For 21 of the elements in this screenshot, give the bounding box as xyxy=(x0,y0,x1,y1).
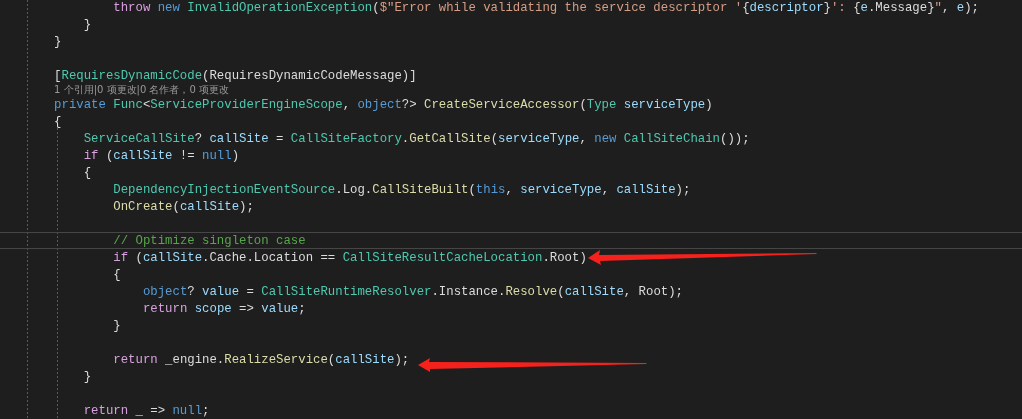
code-line: object? value = CallSiteRuntimeResolver.Instance.Resolve(callSite, Root); xyxy=(142,284,683,299)
code-line: } xyxy=(83,369,92,384)
code-line: { xyxy=(113,267,121,282)
code-line: } xyxy=(54,34,62,49)
code-line: return _ => null; xyxy=(83,403,210,418)
code-line: { xyxy=(54,114,62,129)
code-line: private Func<ServiceProviderEngineScope, object?> CreateServiceAccessor(Type serviceType) xyxy=(54,97,713,112)
code-line: ServiceCallSite? callSite = CallSiteFactory.GetCallSite(serviceType, new CallSiteChain()); xyxy=(83,131,750,146)
code-line: DependencyInjectionEventSource.Log.CallSiteBuilt(this, serviceType, callSite); xyxy=(113,182,691,197)
code-line: return scope => value; xyxy=(142,301,306,316)
code-line: throw new InvalidOperationException($"Error while validating the service descriptor '{descriptor}': {e.Message}", e); xyxy=(113,0,979,15)
code-line: return _engine.RealizeService(callSite); xyxy=(113,352,410,367)
code-line: if (callSite.Cache.Location == CallSiteResultCacheLocation.Root) xyxy=(113,250,587,265)
code-line: OnCreate(callSite); xyxy=(113,199,254,214)
code-line: if (callSite != null) xyxy=(83,148,240,163)
code-lens-hint[interactable]: 1 个引用|0 项更改|0 名作者，0 项更改 xyxy=(54,84,229,96)
code-line: } xyxy=(83,17,92,32)
code-line: [RequiresDynamicCode(RequiresDynamicCodeMessage)] xyxy=(54,68,417,83)
code-line: } xyxy=(113,318,121,333)
code-line: { xyxy=(83,165,92,180)
code-line: // Optimize singleton case xyxy=(113,233,306,248)
